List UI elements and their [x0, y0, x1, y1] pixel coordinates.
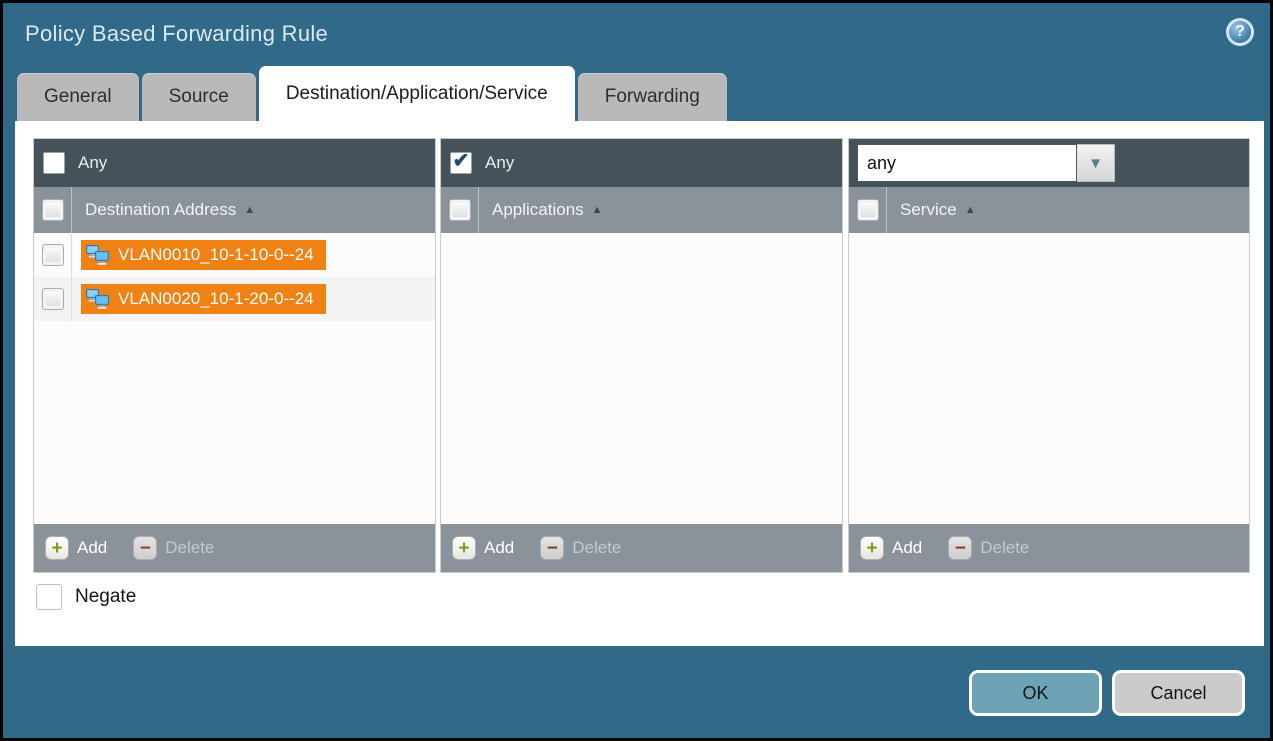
- destination-address-column: Any Destination Address ▲: [33, 138, 436, 573]
- check-icon: ✔: [453, 151, 470, 171]
- destination-any-label: Any: [78, 153, 107, 173]
- address-object-chip[interactable]: VLAN0010_10-1-10-0--24: [81, 240, 326, 270]
- applications-actions-bar: + Add − Delete: [441, 524, 842, 572]
- applications-any-bar: ✔ Any: [441, 139, 842, 187]
- network-icon: [85, 243, 111, 267]
- service-dropdown-bar: any ▼: [849, 139, 1249, 187]
- policy-based-forwarding-dialog: Policy Based Forwarding Rule ? General S…: [0, 0, 1273, 741]
- service-type-dropdown-button[interactable]: ▼: [1077, 144, 1115, 182]
- applications-select-all-checkbox[interactable]: [449, 199, 471, 221]
- tab-bar: General Source Destination/Application/S…: [17, 66, 730, 121]
- cancel-button[interactable]: Cancel: [1112, 670, 1245, 716]
- destination-any-bar: Any: [34, 139, 435, 187]
- list-item: VLAN0020_10-1-20-0--24: [34, 277, 435, 321]
- dialog-title: Policy Based Forwarding Rule: [25, 21, 328, 47]
- service-add-button[interactable]: + Add: [860, 536, 922, 560]
- tab-general[interactable]: General: [17, 73, 139, 121]
- service-select-all-checkbox[interactable]: [857, 199, 879, 221]
- applications-list: [441, 233, 842, 524]
- service-type-value[interactable]: any: [857, 144, 1077, 182]
- list-item: VLAN0010_10-1-10-0--24: [34, 233, 435, 277]
- service-header: Service ▲: [849, 187, 1249, 233]
- applications-delete-button[interactable]: − Delete: [540, 536, 621, 560]
- tab-content-panel: Any Destination Address ▲: [15, 121, 1264, 646]
- service-sort-header[interactable]: Service ▲: [900, 200, 976, 220]
- delete-icon: −: [133, 536, 157, 560]
- service-column: any ▼ Service ▲ + Add: [848, 138, 1250, 573]
- address-object-name: VLAN0010_10-1-10-0--24: [118, 245, 314, 265]
- negate-label: Negate: [75, 586, 136, 608]
- row-checkbox[interactable]: [42, 244, 64, 266]
- applications-sort-header[interactable]: Applications ▲: [492, 200, 603, 220]
- sort-asc-icon: ▲: [592, 204, 603, 216]
- destination-delete-button[interactable]: − Delete: [133, 536, 214, 560]
- applications-add-button[interactable]: + Add: [452, 536, 514, 560]
- destination-address-sort-header[interactable]: Destination Address ▲: [85, 200, 255, 220]
- address-object-chip[interactable]: VLAN0020_10-1-20-0--24: [81, 284, 326, 314]
- delete-icon: −: [540, 536, 564, 560]
- chevron-down-icon: ▼: [1088, 156, 1103, 171]
- destination-any-checkbox[interactable]: [43, 152, 65, 174]
- destination-add-button[interactable]: + Add: [45, 536, 107, 560]
- help-icon[interactable]: ?: [1226, 18, 1254, 46]
- service-delete-button[interactable]: − Delete: [948, 536, 1029, 560]
- row-checkbox[interactable]: [42, 288, 64, 310]
- service-type-dropdown: any ▼: [857, 144, 1115, 182]
- tab-source[interactable]: Source: [142, 73, 256, 121]
- network-icon: [85, 287, 111, 311]
- applications-column: ✔ Any Applications ▲ + Add − Delete: [440, 138, 843, 573]
- service-list: [849, 233, 1249, 524]
- service-actions-bar: + Add − Delete: [849, 524, 1249, 572]
- destination-address-header: Destination Address ▲: [34, 187, 435, 233]
- destination-select-all-checkbox[interactable]: [42, 199, 64, 221]
- applications-any-checkbox[interactable]: ✔: [450, 152, 472, 174]
- negate-option: Negate: [36, 584, 136, 610]
- add-icon: +: [860, 536, 884, 560]
- ok-button[interactable]: OK: [969, 670, 1102, 716]
- negate-checkbox[interactable]: [36, 584, 62, 610]
- sort-asc-icon: ▲: [244, 204, 255, 216]
- applications-header: Applications ▲: [441, 187, 842, 233]
- applications-any-label: Any: [485, 153, 514, 173]
- address-object-name: VLAN0020_10-1-20-0--24: [118, 289, 314, 309]
- add-icon: +: [45, 536, 69, 560]
- tab-destination-application-service[interactable]: Destination/Application/Service: [259, 66, 575, 121]
- destination-address-list: VLAN0010_10-1-10-0--24: [34, 233, 435, 524]
- destination-actions-bar: + Add − Delete: [34, 524, 435, 572]
- sort-asc-icon: ▲: [965, 204, 976, 216]
- add-icon: +: [452, 536, 476, 560]
- delete-icon: −: [948, 536, 972, 560]
- tab-forwarding[interactable]: Forwarding: [578, 73, 727, 121]
